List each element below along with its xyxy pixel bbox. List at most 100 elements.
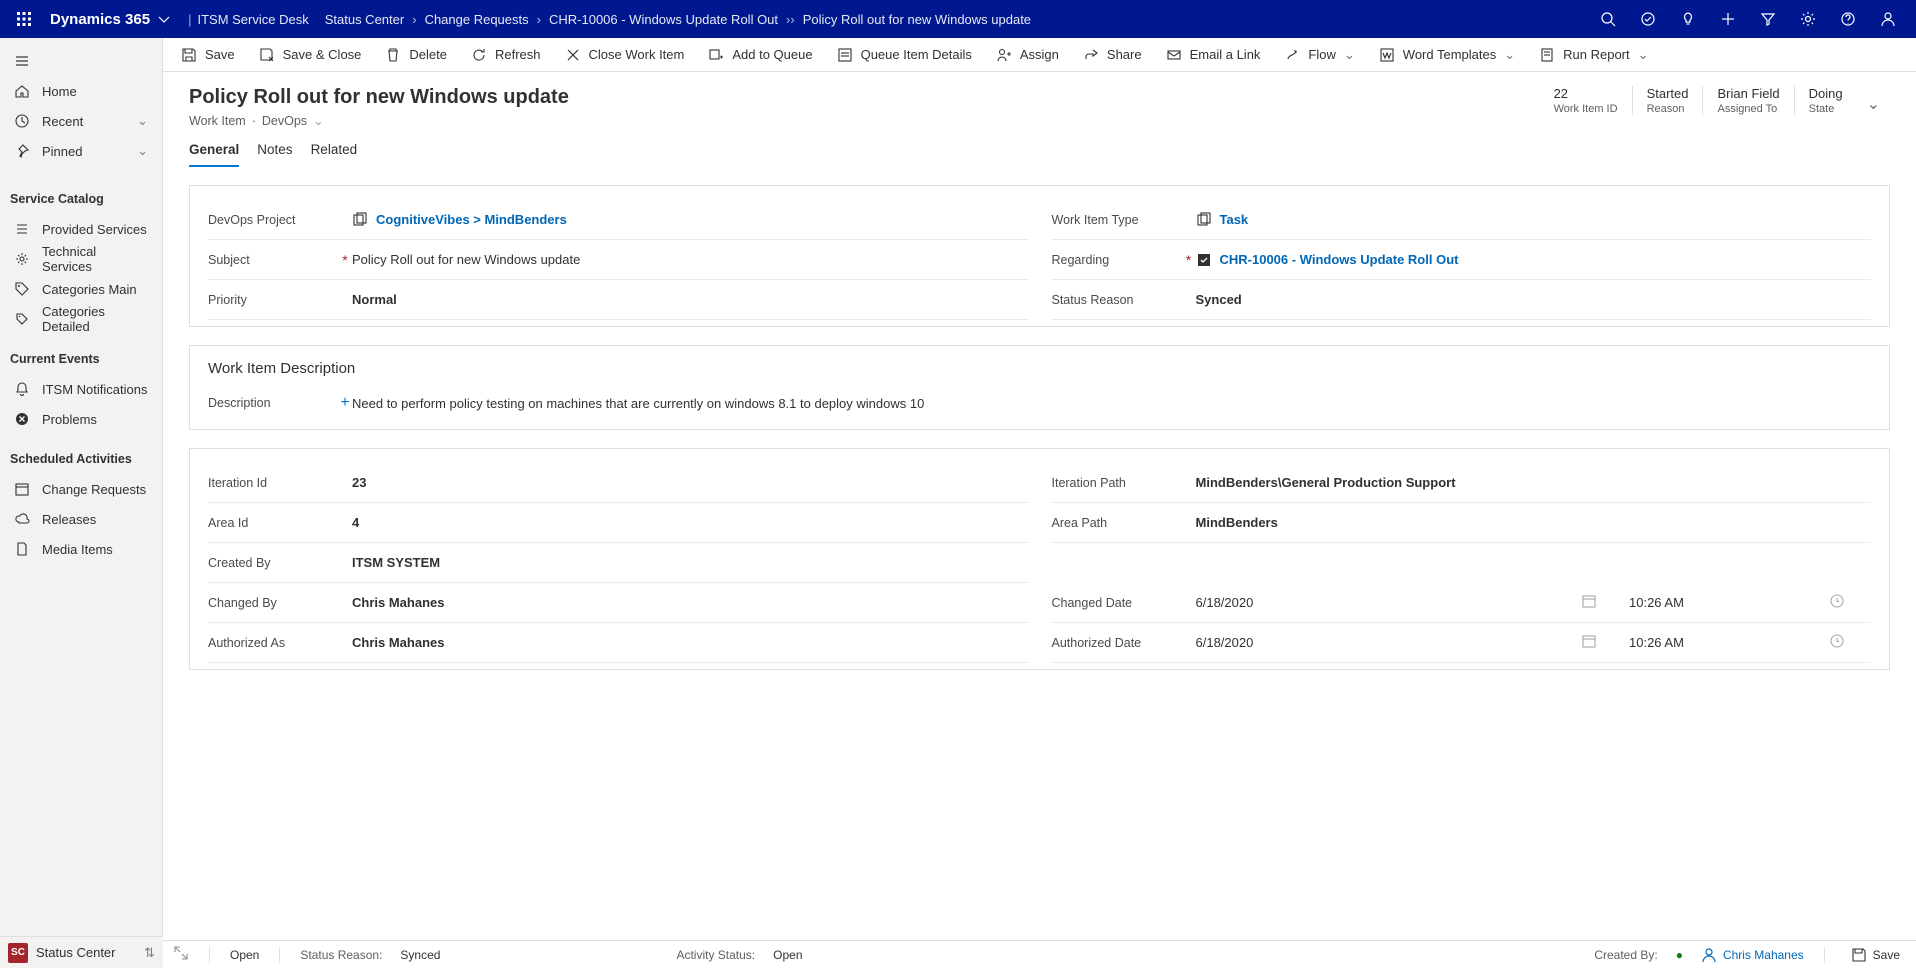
field-devops-project[interactable]: DevOps Project CognitiveVibes > MindBend… bbox=[208, 200, 1028, 240]
word-icon bbox=[1379, 47, 1395, 63]
global-nav: Dynamics 365 | ITSM Service Desk Status … bbox=[0, 0, 1916, 38]
calendar-icon[interactable] bbox=[1581, 593, 1597, 612]
header-stat-state: DoingState bbox=[1794, 86, 1857, 115]
field-iteration-id[interactable]: Iteration Id23 bbox=[208, 463, 1028, 503]
assign-icon bbox=[996, 47, 1012, 63]
clock-icon[interactable] bbox=[1829, 633, 1845, 652]
sidebar-recent[interactable]: Recent ⌄ bbox=[0, 106, 162, 136]
trash-icon bbox=[385, 47, 401, 63]
form-tabs: General Notes Related bbox=[163, 128, 1916, 167]
expand-icon[interactable] bbox=[173, 945, 189, 964]
report-icon bbox=[1539, 47, 1555, 63]
sidebar-item-releases[interactable]: Releases bbox=[0, 504, 162, 534]
sidebar-item-media-items[interactable]: Media Items bbox=[0, 534, 162, 564]
flow-button[interactable]: Flow⌄ bbox=[1274, 38, 1364, 72]
run-report-button[interactable]: Run Report⌄ bbox=[1529, 38, 1658, 72]
field-changed-by[interactable]: Changed ByChris Mahanes bbox=[208, 583, 1028, 623]
sidebar-item-change-requests[interactable]: Change Requests bbox=[0, 474, 162, 504]
cmd-label: Word Templates bbox=[1403, 47, 1496, 62]
field-status-reason[interactable]: Status Reason Synced bbox=[1052, 280, 1872, 320]
settings-icon[interactable] bbox=[1788, 0, 1828, 38]
calendar-icon[interactable] bbox=[1581, 633, 1597, 652]
app-switcher[interactable]: Dynamics 365 bbox=[40, 11, 182, 28]
field-area-path[interactable]: Area PathMindBenders bbox=[1052, 503, 1872, 543]
tab-related[interactable]: Related bbox=[311, 142, 358, 167]
field-description[interactable]: Description+ Need to perform policy test… bbox=[208, 383, 1871, 423]
sidebar-label: Categories Detailed bbox=[42, 304, 148, 334]
add-icon[interactable] bbox=[1708, 0, 1748, 38]
created-by-label: Created By: bbox=[1594, 948, 1657, 962]
word-templates-button[interactable]: Word Templates⌄ bbox=[1369, 38, 1525, 72]
breadcrumb-2[interactable]: CHR-10006 - Windows Update Roll Out bbox=[549, 12, 778, 27]
tab-notes[interactable]: Notes bbox=[257, 142, 292, 167]
help-icon[interactable] bbox=[1828, 0, 1868, 38]
form-selector[interactable]: DevOps bbox=[262, 114, 307, 128]
field-created-by[interactable]: Created ByITSM SYSTEM bbox=[208, 543, 1028, 583]
save-close-icon bbox=[259, 47, 275, 63]
delete-button[interactable]: Delete bbox=[375, 38, 457, 72]
field-subject[interactable]: Subject* Policy Roll out for new Windows… bbox=[208, 240, 1028, 280]
sidebar-item-problems[interactable]: Problems bbox=[0, 404, 162, 434]
sidebar-hamburger[interactable] bbox=[0, 46, 162, 76]
filter-icon[interactable] bbox=[1748, 0, 1788, 38]
add-to-queue-button[interactable]: Add to Queue bbox=[698, 38, 822, 72]
sidebar-item-technical-services[interactable]: Technical Services bbox=[0, 244, 162, 274]
cmd-label: Close Work Item bbox=[589, 47, 685, 62]
close-work-item-button[interactable]: Close Work Item bbox=[555, 38, 695, 72]
lightbulb-icon[interactable] bbox=[1668, 0, 1708, 38]
queue-details-button[interactable]: Queue Item Details bbox=[827, 38, 982, 72]
sidebar-item-provided-services[interactable]: Provided Services bbox=[0, 214, 162, 244]
sidebar-pinned[interactable]: Pinned ⌄ bbox=[0, 136, 162, 166]
form-body[interactable]: DevOps Project CognitiveVibes > MindBend… bbox=[163, 167, 1916, 940]
refresh-button[interactable]: Refresh bbox=[461, 38, 551, 72]
field-priority[interactable]: Priority Normal bbox=[208, 280, 1028, 320]
footer-save-button[interactable]: Save bbox=[1845, 947, 1906, 963]
bell-icon bbox=[14, 381, 30, 397]
form-header: Policy Roll out for new Windows update W… bbox=[163, 72, 1916, 128]
field-authorized-date[interactable]: Authorized Date 6/18/2020 10:26 AM bbox=[1052, 623, 1872, 663]
save-button[interactable]: Save bbox=[171, 38, 245, 72]
breadcrumb-area[interactable]: ITSM Service Desk bbox=[197, 12, 308, 27]
field-authorized-as[interactable]: Authorized AsChris Mahanes bbox=[208, 623, 1028, 663]
header-stat-workitemid: 22Work Item ID bbox=[1540, 86, 1632, 115]
task-icon[interactable] bbox=[1628, 0, 1668, 38]
app-badge: SC bbox=[8, 943, 28, 963]
presence-icon: ● bbox=[1676, 948, 1683, 962]
tag-icon bbox=[14, 281, 30, 297]
status-reason-value: Synced bbox=[400, 948, 440, 962]
user-icon[interactable] bbox=[1868, 0, 1908, 38]
share-button[interactable]: Share bbox=[1073, 38, 1152, 72]
field-area-id[interactable]: Area Id4 bbox=[208, 503, 1028, 543]
sidebar-group-title: Service Catalog bbox=[0, 174, 162, 214]
sidebar-item-categories-main[interactable]: Categories Main bbox=[0, 274, 162, 304]
field-changed-date[interactable]: Changed Date 6/18/2020 10:26 AM bbox=[1052, 583, 1872, 623]
breadcrumb-1[interactable]: Change Requests bbox=[425, 12, 529, 27]
tab-general[interactable]: General bbox=[189, 142, 239, 167]
app-launcher-icon[interactable] bbox=[8, 0, 40, 38]
save-close-button[interactable]: Save & Close bbox=[249, 38, 372, 72]
breadcrumb-3[interactable]: Policy Roll out for new Windows update bbox=[803, 12, 1031, 27]
content-area: Save Save & Close Delete Refresh Close W… bbox=[163, 38, 1916, 968]
expand-header-button[interactable]: ⌄ bbox=[1857, 86, 1890, 122]
sidebar-label: Recent bbox=[42, 114, 83, 129]
assign-button[interactable]: Assign bbox=[986, 38, 1069, 72]
command-bar: Save Save & Close Delete Refresh Close W… bbox=[163, 38, 1916, 72]
sidebar-home[interactable]: Home bbox=[0, 76, 162, 106]
clock-icon[interactable] bbox=[1829, 593, 1845, 612]
created-by-person[interactable]: Chris Mahanes bbox=[1701, 947, 1804, 963]
breadcrumb-0[interactable]: Status Center bbox=[325, 12, 405, 27]
status-state: Open bbox=[230, 948, 259, 962]
close-icon bbox=[565, 47, 581, 63]
sidebar-item-itsm-notifications[interactable]: ITSM Notifications bbox=[0, 374, 162, 404]
status-reason-label: Status Reason: bbox=[300, 948, 382, 962]
activity-status-value: Open bbox=[773, 948, 802, 962]
field-iteration-path[interactable]: Iteration PathMindBenders\General Produc… bbox=[1052, 463, 1872, 503]
sidebar-app-picker[interactable]: SC Status Center ⇅ bbox=[0, 936, 163, 968]
search-icon[interactable] bbox=[1588, 0, 1628, 38]
email-link-button[interactable]: Email a Link bbox=[1156, 38, 1271, 72]
field-regarding[interactable]: Regarding* CHR-10006 - Windows Update Ro… bbox=[1052, 240, 1872, 280]
sidebar-item-categories-detailed[interactable]: Categories Detailed bbox=[0, 304, 162, 334]
field-work-item-type[interactable]: Work Item Type Task bbox=[1052, 200, 1872, 240]
section-general: DevOps Project CognitiveVibes > MindBend… bbox=[189, 185, 1890, 327]
sidebar-group-title: Scheduled Activities bbox=[0, 434, 162, 474]
